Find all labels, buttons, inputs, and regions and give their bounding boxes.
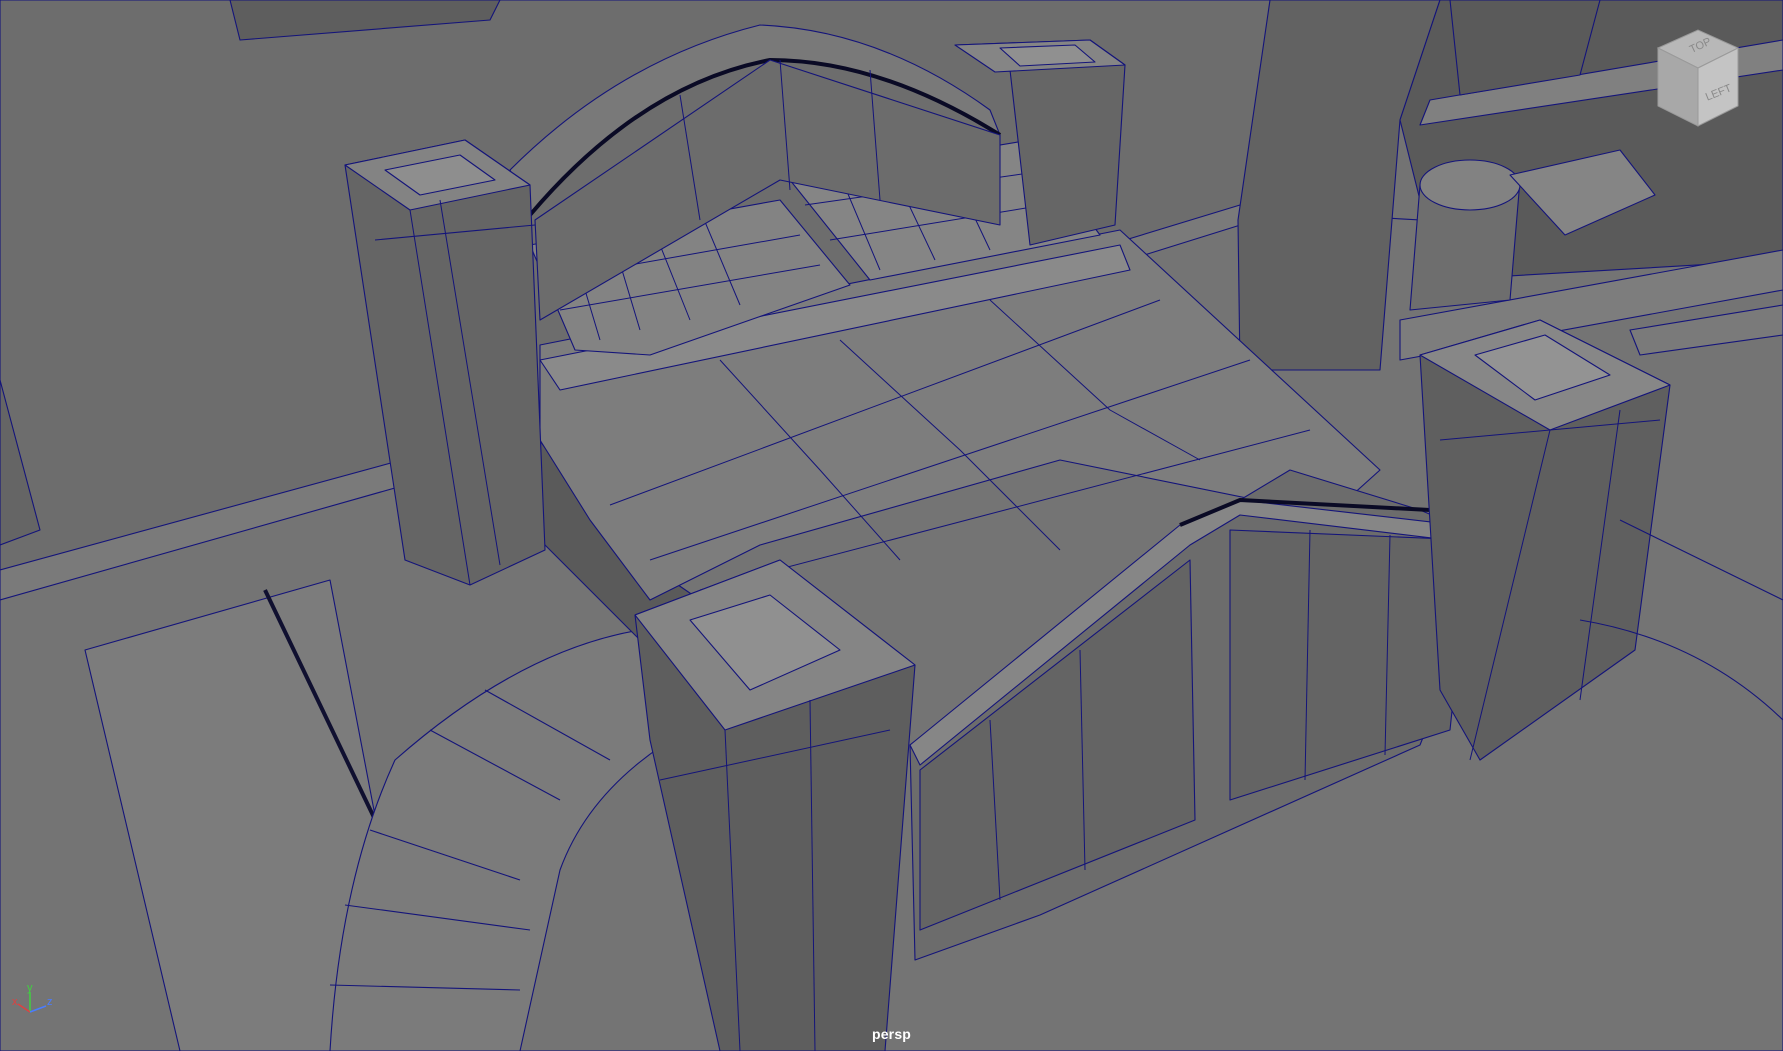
axis-x-label: x [12, 996, 18, 1008]
axis-y-label: y [27, 982, 33, 994]
scene-wireframe [0, 0, 1783, 1051]
view-cube[interactable]: TOP LEFT [1650, 28, 1748, 130]
axis-z-label: z [47, 996, 53, 1008]
maya-perspective-viewport[interactable]: TOP LEFT x y z persp [0, 0, 1783, 1051]
axis-gizmo: x y z [10, 982, 60, 1022]
